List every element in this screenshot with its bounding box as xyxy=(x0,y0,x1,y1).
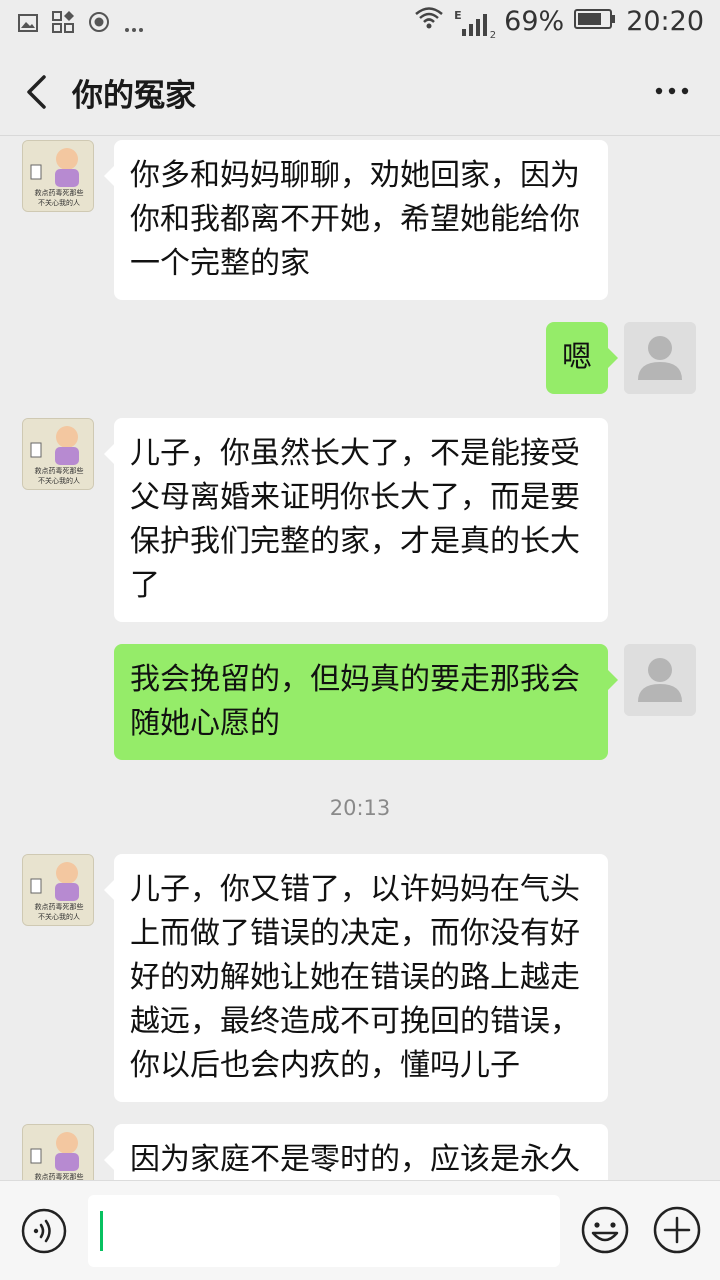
message-line: 越远，最终造成不可挽回的错误， xyxy=(130,1004,580,1039)
avatar-caption-2: 不关心我的人 xyxy=(38,476,80,485)
contact-avatar[interactable]: 救点药毒死那些 不关心我的人 xyxy=(22,140,94,212)
avatar-caption-1: 救点药毒死那些 xyxy=(35,902,84,911)
message-line: 好的劝解她让她在错误的路上越走 xyxy=(130,960,580,995)
record-notification-icon xyxy=(88,10,110,40)
message-line: 我会挽留的，但妈真的要走那我会 xyxy=(130,662,580,697)
apps-notification-icon xyxy=(52,10,74,40)
avatar-caption-1: 救点药毒死那些 xyxy=(35,188,84,197)
voice-icon[interactable] xyxy=(20,1207,68,1255)
contact-avatar[interactable]: 救点药毒死那些 不关心我的人 xyxy=(22,1124,94,1180)
avatar-caption-2: 不关心我的人 xyxy=(38,912,80,921)
message-line: 儿子，你又错了，以许妈妈在气头 xyxy=(130,872,580,907)
contact-avatar[interactable]: 救点药毒死那些 不关心我的人 xyxy=(22,854,94,926)
message-bubble-received[interactable]: 因为家庭不是零时的，应该是永久 xyxy=(104,1124,608,1180)
clock-time: 20:20 xyxy=(626,6,704,37)
message-line: 保护我们完整的家，才是真的长大 xyxy=(130,524,580,559)
message-input[interactable] xyxy=(88,1195,560,1267)
message-line: 因为家庭不是零时的，应该是永久 xyxy=(130,1142,580,1177)
input-caret xyxy=(100,1211,103,1251)
sim-index-label: 2 xyxy=(489,29,497,41)
default-user-icon xyxy=(624,644,696,716)
avatar-image: 救点药毒死那些 不关心我的人 xyxy=(23,141,93,211)
overflow-notification-icon xyxy=(124,10,144,40)
message-bubble-received[interactable]: 你多和妈妈聊聊，劝她回家，因为 你和我都离不开她，希望她能给你 一个完整的家 xyxy=(104,140,608,300)
avatar-caption-1: 救点药毒死那些 xyxy=(35,1172,84,1180)
message-line: 儿子，你虽然长大了，不是能接受 xyxy=(130,436,580,471)
self-avatar[interactable] xyxy=(624,322,696,394)
message-line: 随她心愿的 xyxy=(130,706,280,741)
gallery-notification-icon xyxy=(18,10,38,40)
input-bar xyxy=(0,1180,720,1280)
avatar-image: 救点药毒死那些 不关心我的人 xyxy=(23,1125,93,1180)
avatar-image: 救点药毒死那些 不关心我的人 xyxy=(23,855,93,925)
message-bubble-received[interactable]: 儿子，你又错了，以许妈妈在气头 上而做了错误的决定，而你没有好 好的劝解她让她在… xyxy=(104,854,608,1102)
message-line: 嗯 xyxy=(562,340,592,375)
wifi-icon xyxy=(414,6,444,37)
message-bubble-sent[interactable]: 嗯 xyxy=(546,322,618,394)
avatar-image: 救点药毒死那些 不关心我的人 xyxy=(23,419,93,489)
avatar-caption-2: 不关心我的人 xyxy=(38,198,80,207)
more-icon[interactable] xyxy=(654,78,690,104)
message-line: 了 xyxy=(130,568,160,603)
message-timestamp: 20:13 xyxy=(329,796,391,820)
default-user-icon xyxy=(624,322,696,394)
battery-icon xyxy=(574,7,616,37)
emoji-icon[interactable] xyxy=(580,1205,630,1255)
message-bubble-received[interactable]: 儿子，你虽然长大了，不是能接受 父母离婚来证明你长大了，而是要 保护我们完整的家… xyxy=(104,418,608,622)
message-line: 父母离婚来证明你长大了，而是要 xyxy=(130,480,580,515)
back-arrow-icon[interactable] xyxy=(22,74,52,110)
self-avatar[interactable] xyxy=(624,644,696,716)
status-bar: E 2 69% 20:20 xyxy=(0,0,720,48)
plus-icon[interactable] xyxy=(652,1205,702,1255)
contact-avatar[interactable]: 救点药毒死那些 不关心我的人 xyxy=(22,418,94,490)
message-line: 上而做了错误的决定，而你没有好 xyxy=(130,916,580,951)
message-line: 你以后也会内疚的，懂吗儿子 xyxy=(130,1048,520,1083)
message-line: 你和我都离不开她，希望她能给你 xyxy=(130,202,580,237)
chat-screen: E 2 69% 20:20 你的冤家 救点药毒死那些 不关心我的人 你多和妈妈聊… xyxy=(0,0,720,1280)
chat-header: 你的冤家 xyxy=(0,48,720,136)
message-line: 你多和妈妈聊聊，劝她回家，因为 xyxy=(130,158,580,193)
message-bubble-sent[interactable]: 我会挽留的，但妈真的要走那我会 随她心愿的 xyxy=(114,644,618,760)
avatar-caption-1: 救点药毒死那些 xyxy=(35,466,84,475)
battery-percent: 69% xyxy=(504,6,565,37)
message-line: 一个完整的家 xyxy=(130,246,310,281)
cellular-signal-icon: E 2 xyxy=(454,7,496,41)
chat-title: 你的冤家 xyxy=(72,78,196,114)
message-list[interactable]: 救点药毒死那些 不关心我的人 你多和妈妈聊聊，劝她回家，因为 你和我都离不开她，… xyxy=(0,136,720,1180)
